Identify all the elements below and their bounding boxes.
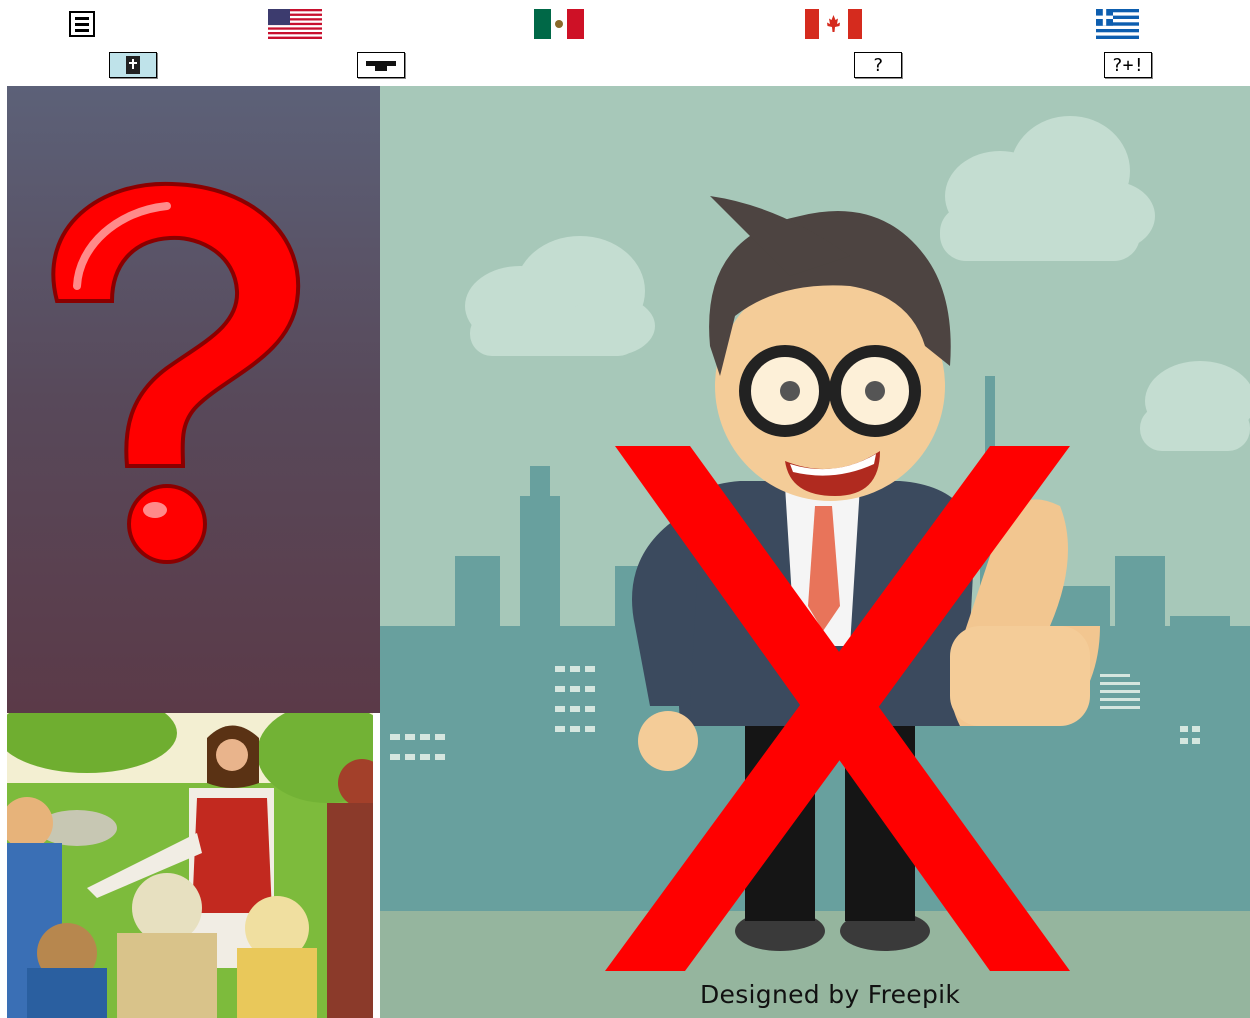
question-button-label: ? — [872, 54, 884, 76]
question-exclaim-button[interactable]: ?+! — [1104, 52, 1152, 78]
question-exclaim-button-label: ?+! — [1111, 54, 1145, 76]
menu-button[interactable] — [69, 11, 95, 37]
question-button[interactable]: ? — [854, 52, 902, 78]
bible-icon — [126, 56, 140, 74]
graduation-cap-icon — [366, 61, 396, 71]
jesus-with-disciples-illustration[interactable] — [7, 713, 373, 1018]
businessman-thumbs-up-crossed-out[interactable] — [380, 86, 1250, 1018]
usa-flag-icon[interactable] — [268, 9, 322, 39]
hamburger-menu-icon — [75, 16, 89, 20]
question-image-panel[interactable] — [7, 86, 380, 713]
canada-flag-icon[interactable] — [805, 9, 862, 39]
image-credit: Designed by Freepik — [700, 980, 961, 1009]
greece-flag-icon[interactable] — [1096, 9, 1139, 39]
graduation-cap-button[interactable] — [357, 52, 405, 78]
mexico-flag-icon[interactable] — [534, 9, 584, 39]
red-question-mark-icon — [51, 181, 301, 564]
bible-button[interactable] — [109, 52, 157, 78]
